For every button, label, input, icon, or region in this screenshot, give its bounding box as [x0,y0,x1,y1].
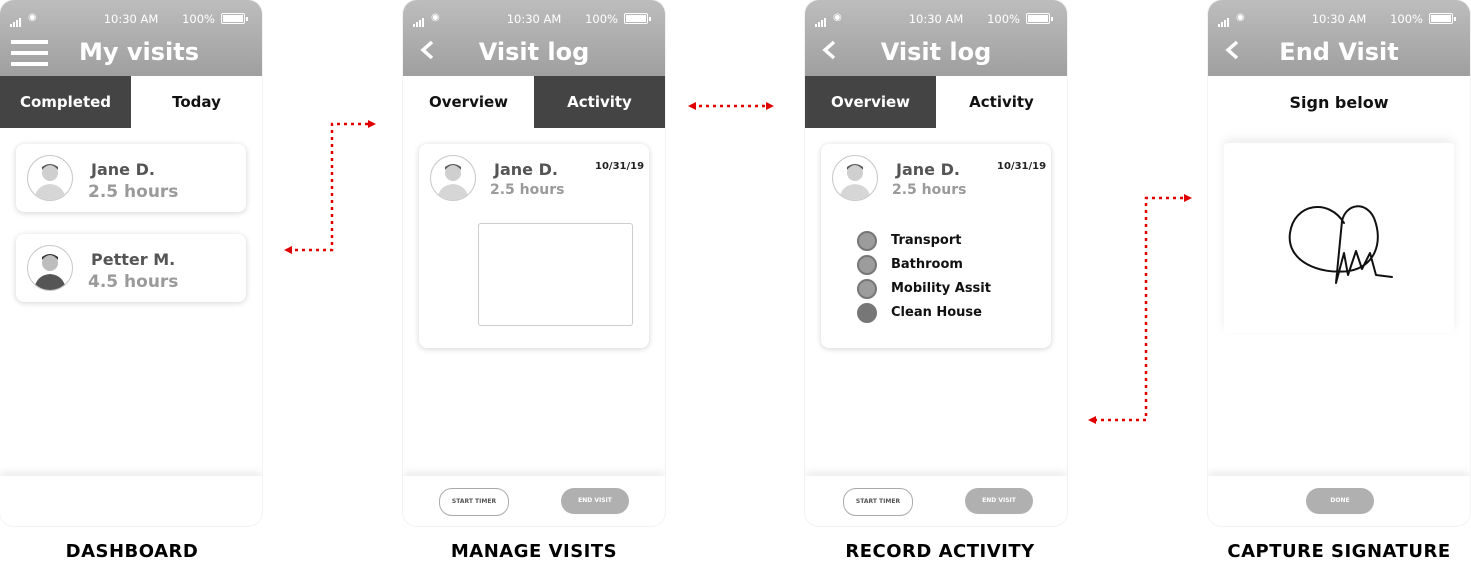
flow-arrow [1094,196,1186,422]
caption-manage-visits: MANAGE VISITS [450,541,618,562]
flow-arrow [288,122,370,252]
caption-capture-signature: CAPTURE SIGNATURE [1227,541,1451,562]
arrow-head [1184,194,1192,202]
arrow-head [284,246,292,254]
caption-record-activity: RECORD ACTIVITY [845,541,1035,562]
arrow-head [1088,416,1096,424]
flow-arrows [284,102,1192,424]
arrow-head [766,102,774,110]
caption-dashboard: DASHBOARD [65,541,199,562]
arrow-head [688,102,696,110]
arrow-head [368,120,376,128]
